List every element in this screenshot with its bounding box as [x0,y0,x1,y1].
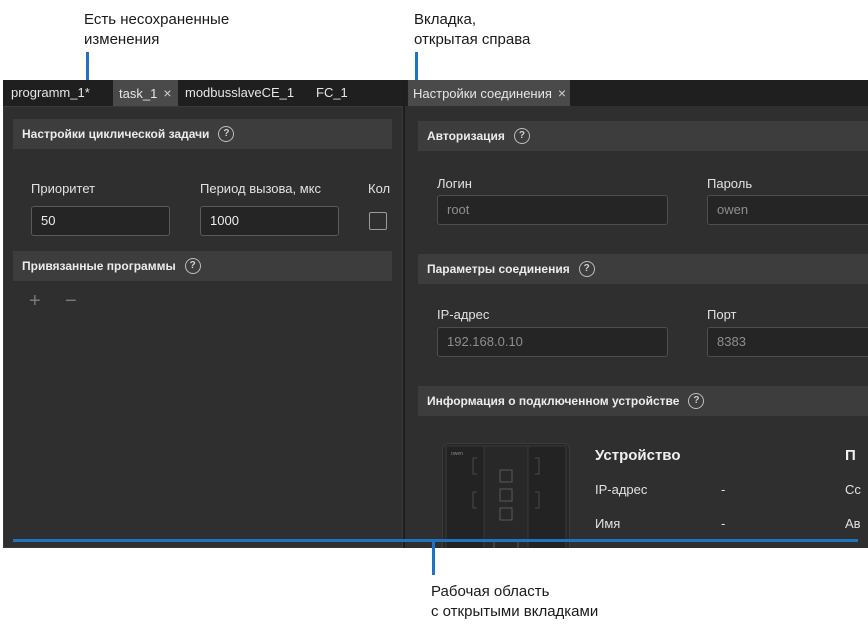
close-icon[interactable]: × [558,85,566,101]
help-icon[interactable]: ? [578,261,595,277]
linked-programs-header: Привязанные программы ? [13,251,392,281]
kol-label: Кол [368,181,391,196]
period-input[interactable]: 1000 [200,206,339,236]
remove-icon[interactable]: − [65,291,77,311]
tab-connection-settings[interactable]: Настройки соединения × [408,80,571,106]
annotation-workspace-pointer [432,541,435,575]
left-tabbar: programm_1* task_1 × modbusslaveCE_1 FC_1 [3,80,403,106]
annotation-workspace-bracket [13,539,858,542]
auth-header: Авторизация ? [418,121,868,151]
tab-task-1[interactable]: task_1 × [113,80,178,106]
password-label: Пароль [707,176,753,191]
device-ip-label: IP-адрес [595,482,648,497]
add-icon[interactable]: + [29,291,41,311]
priority-label: Приоритет [31,181,96,196]
left-editor-pane: programm_1* task_1 × modbusslaveCE_1 FC_1… [3,80,403,548]
device-name-value: - [721,516,726,531]
device-info-title-2: П [845,447,856,464]
password-input[interactable]: owen [707,195,868,225]
login-label: Логин [437,176,472,191]
device-logo: owen [451,451,463,457]
cyclic-task-header: Настройки циклической задачи ? [13,119,392,149]
device-image: owen [442,443,570,548]
tab-programm-1[interactable]: programm_1* [11,80,90,106]
plc-device-icon: owen [445,445,567,548]
kol-checkbox[interactable] [369,212,387,230]
help-icon[interactable]: ? [513,128,530,144]
period-label: Период вызова, мкс [200,181,321,196]
device-name-extra: Ав [845,516,861,531]
ip-input[interactable]: 192.168.0.10 [437,327,668,357]
right-tabbar: Настройки соединения × [405,80,868,106]
tab-fc-1[interactable]: FC_1 [316,80,348,106]
help-icon[interactable]: ? [184,258,201,274]
priority-input[interactable]: 50 [31,206,170,236]
device-info-title: Устройство [595,447,681,464]
right-editor-pane: Настройки соединения × Авторизация ? Логи… [405,80,868,548]
tab-modbusslave[interactable]: modbusslaveCE_1 [185,80,294,106]
login-input[interactable]: root [437,195,668,225]
connection-params-header: Параметры соединения ? [418,254,868,284]
help-icon[interactable]: ? [688,393,705,409]
ip-label: IP-адрес [437,307,490,322]
device-ip-extra: Сс [845,482,861,497]
help-icon[interactable]: ? [218,126,235,142]
close-icon[interactable]: × [163,85,171,101]
annotation-right-tab: Вкладка, открытая справа [414,11,531,48]
annotation-unsaved: Есть несохраненные изменения [84,11,230,48]
device-info-header: Информация о подключенном устройстве ? [418,386,868,416]
port-label: Порт [707,307,737,322]
device-name-label: Имя [595,516,621,531]
task-settings-panel: Настройки циклической задачи ? Приоритет… [3,106,403,548]
device-ip-value: - [721,482,726,497]
connection-settings-panel: Авторизация ? Логин root Пароль owen Пар… [405,106,868,548]
port-input[interactable]: 8383 [707,327,868,357]
annotation-workspace: Рабочая область с открытыми вкладками [431,583,599,620]
